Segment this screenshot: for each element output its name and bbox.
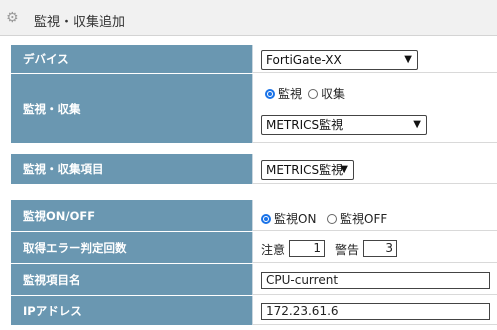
radio-monitor[interactable]: 監視: [265, 85, 302, 102]
error-count-value-cell: 注意 1 警告 3: [253, 232, 497, 263]
item-name-value-cell: CPU-current: [253, 264, 497, 295]
radio-monitor-off[interactable]: 監視OFF: [327, 210, 387, 227]
monitor-item-select-value: METRICS監視: [266, 163, 344, 177]
onoff-label: 監視ON/OFF: [11, 200, 253, 231]
monitor-item-select[interactable]: METRICS監視 ▼: [261, 160, 354, 180]
chevron-down-icon: ▼: [340, 164, 348, 175]
device-select-value: FortiGate-XX: [266, 53, 342, 67]
radio-selected-icon: [265, 88, 275, 99]
caution-input[interactable]: 1: [289, 240, 325, 257]
monitor-item-value-cell: METRICS監視 ▼: [253, 154, 497, 184]
monitor-item-label: 監視・収集項目: [11, 154, 253, 184]
radio-unselected-icon: [308, 88, 318, 99]
device-row: デバイス FortiGate-XX ▼: [11, 45, 497, 74]
radio-monitor-label: 監視: [278, 87, 303, 101]
radio-collect[interactable]: 収集: [308, 85, 345, 102]
ip-label: IPアドレス: [11, 296, 253, 325]
caution-label: 注意: [261, 243, 286, 257]
device-label: デバイス: [11, 45, 253, 73]
chevron-down-icon: ▼: [413, 119, 421, 130]
device-value-cell: FortiGate-XX ▼: [253, 45, 497, 73]
onoff-value-cell: 監視ON 監視OFF: [253, 200, 497, 231]
gear-icon: ⚙: [6, 10, 19, 26]
monitor-collect-row: 監視・収集 監視 収集 METRICS監視 ▼: [11, 74, 497, 144]
ip-address-input[interactable]: 172.23.61.6: [261, 303, 490, 320]
device-select[interactable]: FortiGate-XX ▼: [261, 50, 418, 70]
radio-collect-label: 収集: [321, 87, 346, 101]
chevron-down-icon: ▼: [404, 54, 412, 65]
radio-unselected-icon: [327, 213, 337, 224]
page-header: ⚙ 監視・収集追加: [0, 0, 497, 36]
item-name-input[interactable]: CPU-current: [261, 272, 490, 289]
warning-label: 警告: [335, 243, 360, 257]
radio-selected-icon: [261, 213, 271, 224]
error-count-row: 取得エラー判定回数 注意 1 警告 3: [11, 232, 497, 264]
item-name-label: 監視項目名: [11, 264, 253, 295]
radio-off-label: 監視OFF: [340, 212, 388, 226]
warning-input[interactable]: 3: [363, 240, 397, 257]
onoff-row: 監視ON/OFF 監視ON 監視OFF: [11, 200, 497, 232]
monitor-type-select[interactable]: METRICS監視 ▼: [261, 115, 427, 135]
error-count-label: 取得エラー判定回数: [11, 232, 253, 263]
page-title: 監視・収集追加: [34, 15, 126, 30]
monitor-item-row: 監視・収集項目 METRICS監視 ▼: [11, 154, 497, 185]
monitor-collect-value-cell: 監視 収集 METRICS監視 ▼: [253, 74, 497, 143]
ip-row: IPアドレス 172.23.61.6: [11, 296, 497, 326]
item-name-row: 監視項目名 CPU-current: [11, 264, 497, 296]
monitor-collect-label: 監視・収集: [11, 74, 253, 143]
monitor-type-select-value: METRICS監視: [266, 118, 344, 132]
radio-on-label: 監視ON: [274, 212, 317, 226]
ip-value-cell: 172.23.61.6: [253, 296, 497, 325]
radio-monitor-on[interactable]: 監視ON: [261, 210, 316, 227]
